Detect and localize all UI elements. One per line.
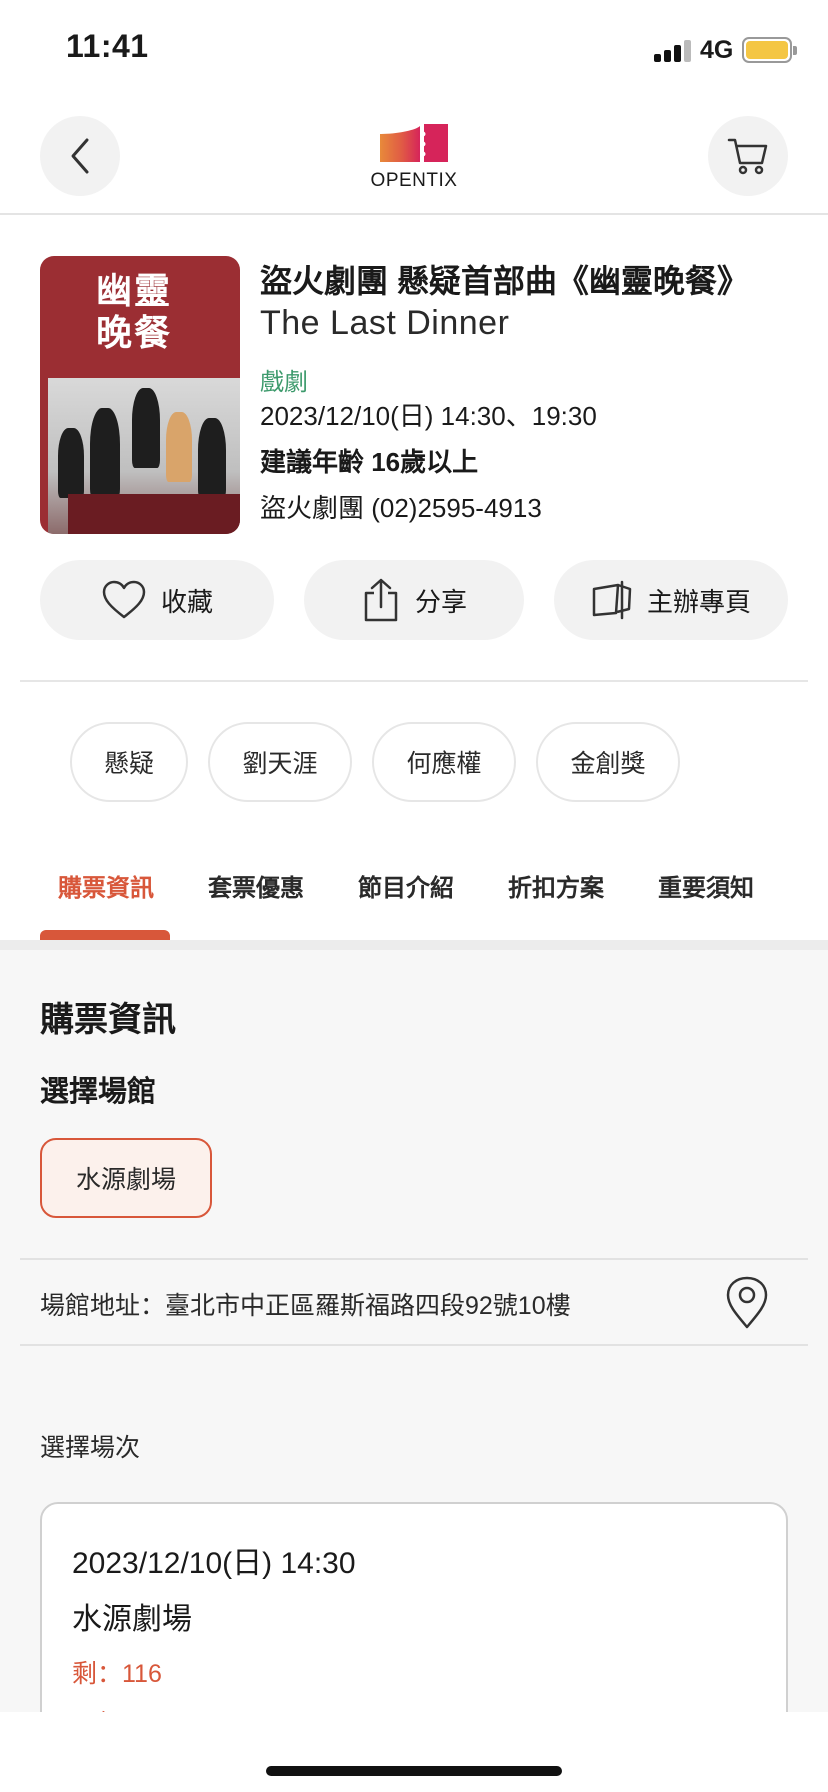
divider <box>20 1344 808 1346</box>
section-title: 購票資訊 <box>40 1001 176 1039</box>
status-bar: 11:41 4G <box>0 0 828 100</box>
venue-option[interactable]: 水源劇場 <box>40 1138 212 1218</box>
session-venue: 水源劇場 <box>72 1603 192 1636</box>
share-button[interactable]: 分享 <box>304 560 524 640</box>
event-age-rating: 建議年齡 16歲以上 <box>260 447 479 477</box>
tag-chip[interactable]: 金創獎 <box>536 722 680 802</box>
chevron-left-icon <box>71 138 89 174</box>
tag-chip[interactable]: 劉天涯 <box>208 722 352 802</box>
tag-chip[interactable]: 懸疑 <box>70 722 188 802</box>
nav-header: OPENTIX <box>0 100 828 215</box>
event-subtitle: The Last Dinner <box>260 304 510 342</box>
venue-address: 場館地址：臺北市中正區羅斯福路四段92號10樓 <box>40 1292 571 1320</box>
cart-icon <box>727 138 768 175</box>
share-icon <box>364 578 398 622</box>
share-label: 分享 <box>414 586 467 617</box>
home-bar-area <box>0 1712 828 1792</box>
divider <box>20 1258 808 1260</box>
flag-icon <box>592 580 632 620</box>
session-date: 2023/12/10(日) 14:30 <box>72 1547 356 1580</box>
map-pin-button[interactable] <box>724 1276 770 1330</box>
event-date: 2023/12/10(日) 14:30、19:30 <box>260 401 597 431</box>
host-page-button[interactable]: 主辦專頁 <box>554 560 788 640</box>
logo-mark-icon <box>380 124 448 162</box>
battery-icon <box>742 37 797 63</box>
poster-photo <box>48 378 240 534</box>
signal-icon <box>654 38 692 62</box>
session-select-title: 選擇場次 <box>40 1434 141 1462</box>
tab-discounts[interactable]: 折扣方案 <box>508 868 604 903</box>
tab-program-intro[interactable]: 節目介紹 <box>358 868 454 903</box>
status-time: 11:41 <box>66 28 149 64</box>
event-poster[interactable]: 幽靈 晚餐 <box>40 256 240 534</box>
poster-title: 幽靈 晚餐 <box>96 270 173 353</box>
host-page-label: 主辦專頁 <box>646 586 751 617</box>
home-indicator[interactable] <box>266 1766 562 1776</box>
venue-select-title: 選擇場館 <box>40 1076 157 1108</box>
map-pin-icon <box>726 1276 768 1329</box>
cart-button[interactable] <box>708 116 788 196</box>
tag-chip[interactable]: 何應權 <box>372 722 516 802</box>
event-contact: 盜火劇團 (02)2595-4913 <box>260 493 542 523</box>
tab-package-deals[interactable]: 套票優惠 <box>208 868 304 903</box>
tab-ticket-info[interactable]: 購票資訊 <box>58 868 154 903</box>
favorite-button[interactable]: 收藏 <box>40 560 274 640</box>
event-category[interactable]: 戲劇 <box>260 362 308 397</box>
heart-icon <box>102 580 146 619</box>
logo-text: OPENTIX <box>370 170 458 191</box>
event-title: 盜火劇團 懸疑首部曲《幽靈晚餐》 <box>260 263 749 299</box>
back-button[interactable] <box>40 116 120 196</box>
tab-notices[interactable]: 重要須知 <box>658 868 754 903</box>
favorite-label: 收藏 <box>160 586 213 617</box>
opentix-logo[interactable]: OPENTIX <box>368 120 460 196</box>
session-remaining: 剩：116 <box>72 1660 162 1688</box>
divider <box>20 680 808 682</box>
network-type: 4G <box>700 36 734 64</box>
